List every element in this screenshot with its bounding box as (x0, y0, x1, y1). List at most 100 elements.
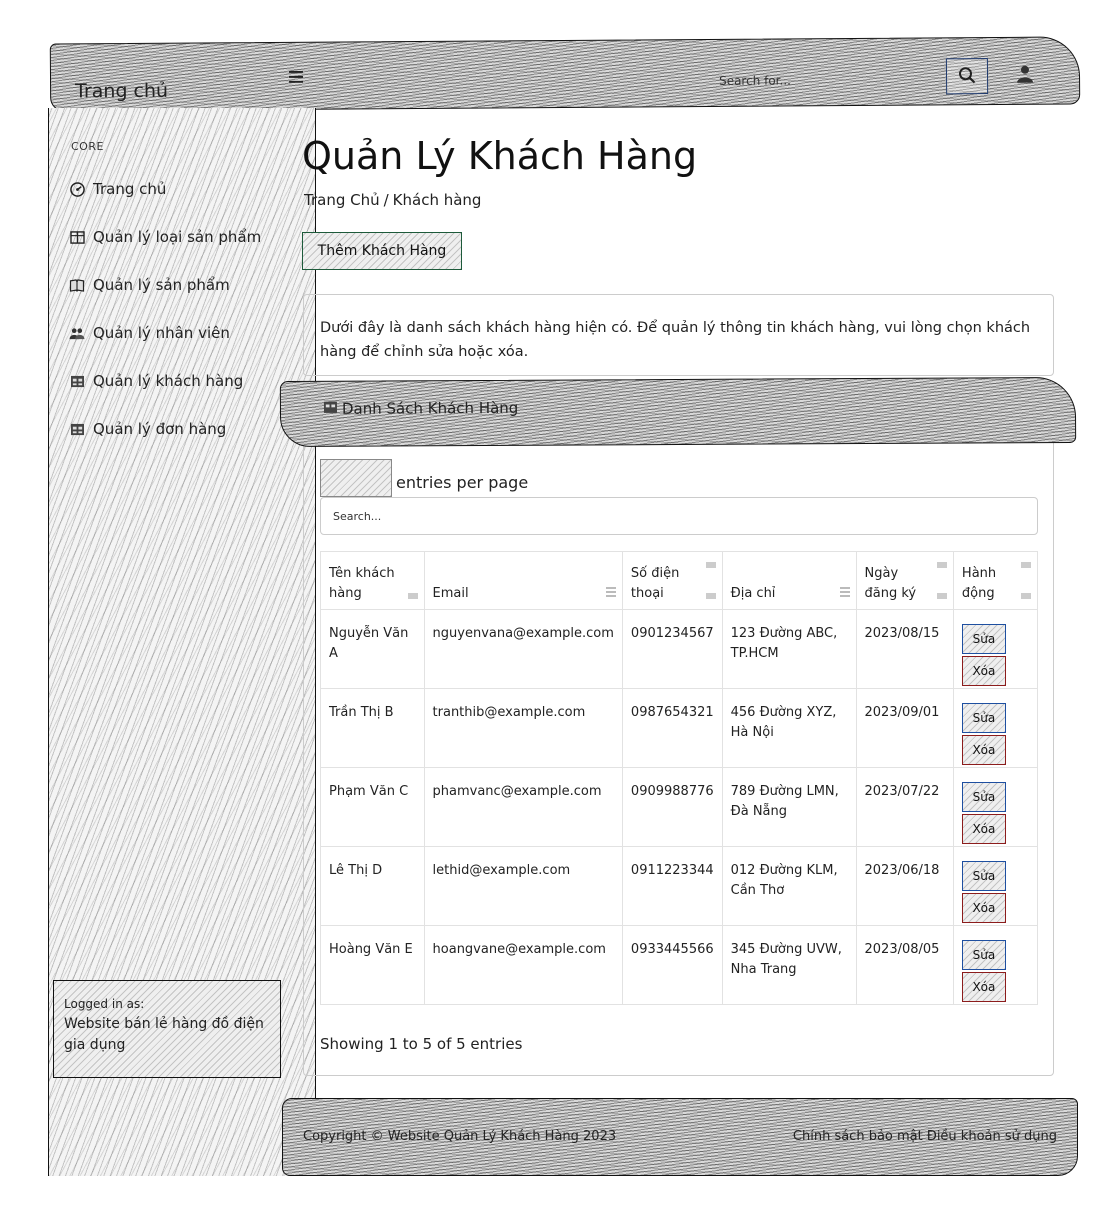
users-icon (69, 325, 85, 341)
sort-icon (1021, 562, 1031, 568)
menu-icon[interactable] (288, 70, 304, 87)
top-navbar: Trang chủ (49, 36, 1081, 112)
cell-phone: 0901234567 (621, 609, 723, 689)
table-row: Lê Thị D lethid@example.com 0911223344 0… (320, 846, 1039, 926)
sidebar-item-label: Quản lý khách hàng (93, 372, 244, 390)
edit-button[interactable]: Sửa (961, 782, 1006, 812)
cell-name: Phạm Văn C (320, 767, 425, 847)
page-footer: Copyright © Website Quản Lý Khách Hàng 2… (282, 1098, 1078, 1176)
sort-icon (407, 593, 418, 599)
navbar-brand[interactable]: Trang chủ (75, 80, 168, 103)
search-icon (958, 66, 976, 87)
terms-link[interactable]: Điều khoản sử dụng (927, 1129, 1057, 1144)
table-icon (69, 421, 85, 437)
cell-actions: Sửa Xóa (952, 767, 1039, 847)
cell-actions: Sửa Xóa (952, 846, 1039, 926)
book-icon (69, 277, 85, 293)
entries-per-page-select[interactable] (320, 459, 392, 497)
column-header-address[interactable]: Địa chỉ (721, 551, 857, 610)
card-header-label: Danh Sách Khách Hàng (341, 398, 519, 418)
cell-name: Hoàng Văn E (320, 925, 425, 1005)
navbar-search-button[interactable] (945, 58, 989, 95)
cell-name: Lê Thị D (320, 846, 425, 926)
card-header: Danh Sách Khách Hàng (279, 376, 1077, 448)
add-customer-button[interactable]: Thêm Khách Hàng (302, 232, 462, 270)
logged-in-user: Website bán lẻ hàng đồ điện gia dụng (64, 1015, 264, 1054)
cell-address: 012 Đường KLM, Cần Thơ (721, 846, 857, 926)
edit-button[interactable]: Sửa (961, 624, 1006, 654)
table-header-row: Tên khách hàng Email Số điện thoại Địa c… (320, 551, 1039, 610)
delete-button[interactable]: Xóa (961, 735, 1006, 765)
sidebar-item-employees[interactable]: Quản lý nhân viên (69, 324, 230, 342)
cell-name: Nguyễn Văn A (320, 609, 425, 689)
sidebar-item-products[interactable]: Quản lý sản phẩm (69, 276, 230, 294)
cell-address: 789 Đường LMN, Đà Nẵng (721, 767, 857, 847)
columns-icon (69, 229, 85, 245)
table-search-input[interactable] (320, 497, 1038, 535)
cell-date: 2023/09/01 (855, 688, 954, 768)
entries-per-page-label: entries per page (396, 473, 529, 492)
info-card: Dưới đây là danh sách khách hàng hiện có… (303, 294, 1054, 376)
sidebar-item-dashboard[interactable]: Trang chủ (69, 180, 166, 198)
cell-date: 2023/07/22 (855, 767, 954, 847)
user-menu-button[interactable] (1011, 62, 1039, 90)
navbar-search-input[interactable] (718, 66, 940, 94)
breadcrumb-current: Khách hàng (392, 191, 482, 209)
cell-address: 123 Đường ABC, TP.HCM (721, 609, 857, 689)
delete-button[interactable]: Xóa (961, 656, 1006, 686)
privacy-policy-link[interactable]: Chính sách bảo mật (793, 1129, 923, 1144)
sidebar-item-label: Quản lý nhân viên (93, 324, 230, 342)
delete-button[interactable]: Xóa (961, 972, 1006, 1002)
breadcrumb: Trang Chủ / Khách hàng (304, 191, 481, 209)
sidebar-item-label: Quản lý đơn hàng (93, 420, 227, 438)
page-title: Quản Lý Khách Hàng (302, 134, 698, 178)
delete-button[interactable]: Xóa (961, 893, 1006, 923)
column-header-date[interactable]: Ngày đăng ký (855, 551, 954, 610)
customer-table-card: Danh Sách Khách Hàng entries per page Tê… (279, 376, 1077, 1076)
sort-icon (605, 587, 616, 599)
cell-date: 2023/08/05 (855, 925, 954, 1005)
cell-email: hoangvane@example.com (423, 925, 623, 1005)
edit-button[interactable]: Sửa (961, 703, 1006, 733)
edit-button[interactable]: Sửa (961, 861, 1006, 891)
cell-email: phamvanc@example.com (423, 767, 623, 847)
sidebar-item-customers[interactable]: Quản lý khách hàng (69, 372, 243, 390)
sort-icon (705, 593, 716, 599)
edit-button[interactable]: Sửa (961, 940, 1006, 970)
sort-icon (705, 562, 716, 568)
sort-icon (839, 587, 850, 599)
sidebar-heading: CORE (71, 140, 104, 153)
cell-date: 2023/06/18 (855, 846, 954, 926)
sidebar-item-label: Quản lý loại sản phẩm (93, 228, 262, 246)
cell-actions: Sửa Xóa (952, 925, 1039, 1005)
cell-phone: 0911223344 (621, 846, 723, 926)
sidebar-item-orders[interactable]: Quản lý đơn hàng (69, 420, 226, 438)
footer-links: Chính sách bảo mật Điều khoản sử dụng (793, 1129, 1057, 1144)
breadcrumb-separator: / (383, 191, 389, 209)
column-header-actions[interactable]: Hành động (952, 551, 1039, 610)
table-info: Showing 1 to 5 of 5 entries (320, 1035, 523, 1053)
cell-email: nguyenvana@example.com (423, 609, 623, 689)
breadcrumb-home[interactable]: Trang Chủ (304, 191, 380, 209)
column-header-name[interactable]: Tên khách hàng (320, 551, 425, 610)
sort-icon (936, 562, 947, 568)
column-header-email[interactable]: Email (423, 551, 623, 610)
cell-date: 2023/08/15 (855, 609, 954, 689)
table-row: Trần Thị B tranthib@example.com 09876543… (320, 688, 1039, 768)
table-row: Hoàng Văn E hoangvane@example.com 093344… (320, 925, 1039, 1005)
cell-address: 345 Đường UVW, Nha Trang (721, 925, 857, 1005)
description-text: Dưới đây là danh sách khách hàng hiện có… (320, 320, 1031, 360)
card-header-title: Danh Sách Khách Hàng (323, 399, 518, 418)
footer-copyright: Copyright © Website Quản Lý Khách Hàng 2… (303, 1129, 617, 1144)
cell-email: tranthib@example.com (423, 688, 623, 768)
table-row: Phạm Văn C phamvanc@example.com 09099887… (320, 767, 1039, 847)
delete-button[interactable]: Xóa (961, 814, 1006, 844)
logged-in-label: Logged in as: (64, 997, 145, 1011)
sort-icon (1021, 593, 1031, 599)
column-header-phone[interactable]: Số điện thoại (621, 551, 723, 610)
sidebar-item-product-categories[interactable]: Quản lý loại sản phẩm (69, 228, 261, 246)
cell-phone: 0909988776 (621, 767, 723, 847)
table-icon (323, 400, 338, 418)
table-row: Nguyễn Văn A nguyenvana@example.com 0901… (320, 609, 1039, 689)
dashboard-icon (69, 181, 85, 197)
